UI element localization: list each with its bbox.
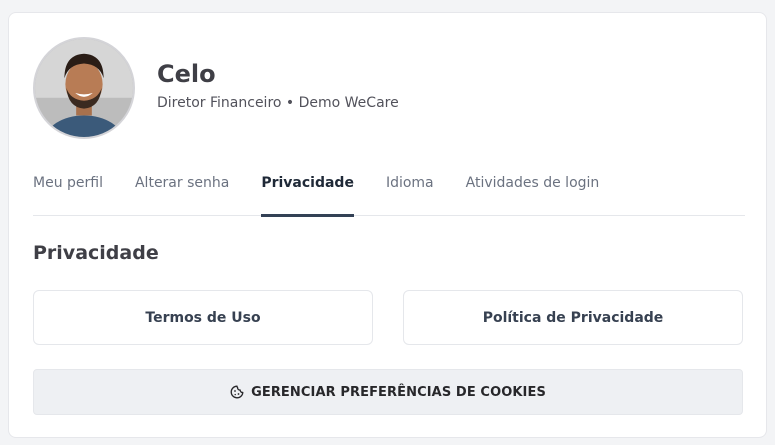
terms-of-use-label: Termos de Uso — [145, 309, 261, 326]
privacy-policy-link[interactable]: Política de Privacidade — [403, 290, 743, 345]
profile-card: Celo Diretor Financeiro • Demo WeCare Me… — [8, 12, 767, 438]
avatar — [33, 37, 135, 139]
section-title: Privacidade — [33, 242, 159, 264]
user-name: Celo — [157, 60, 216, 88]
tab-idioma[interactable]: Idioma — [386, 165, 434, 216]
user-role-company: Diretor Financeiro • Demo WeCare — [157, 95, 399, 111]
manage-cookies-button[interactable]: GERENCIAR PREFERÊNCIAS DE COOKIES — [33, 369, 743, 415]
privacy-policy-label: Política de Privacidade — [482, 309, 664, 326]
tab-meu-perfil[interactable]: Meu perfil — [33, 165, 103, 216]
terms-of-use-link[interactable]: Termos de Uso — [33, 290, 373, 345]
cookie-icon — [230, 385, 244, 399]
tab-alterar-senha[interactable]: Alterar senha — [135, 165, 229, 216]
manage-cookies-label: GERENCIAR PREFERÊNCIAS DE COOKIES — [251, 384, 546, 400]
profile-tabs: Meu perfil Alterar senha Privacidade Idi… — [33, 165, 745, 217]
tab-atividades-de-login[interactable]: Atividades de login — [466, 165, 600, 216]
user-photo — [35, 39, 133, 137]
tab-privacidade[interactable]: Privacidade — [261, 165, 354, 217]
